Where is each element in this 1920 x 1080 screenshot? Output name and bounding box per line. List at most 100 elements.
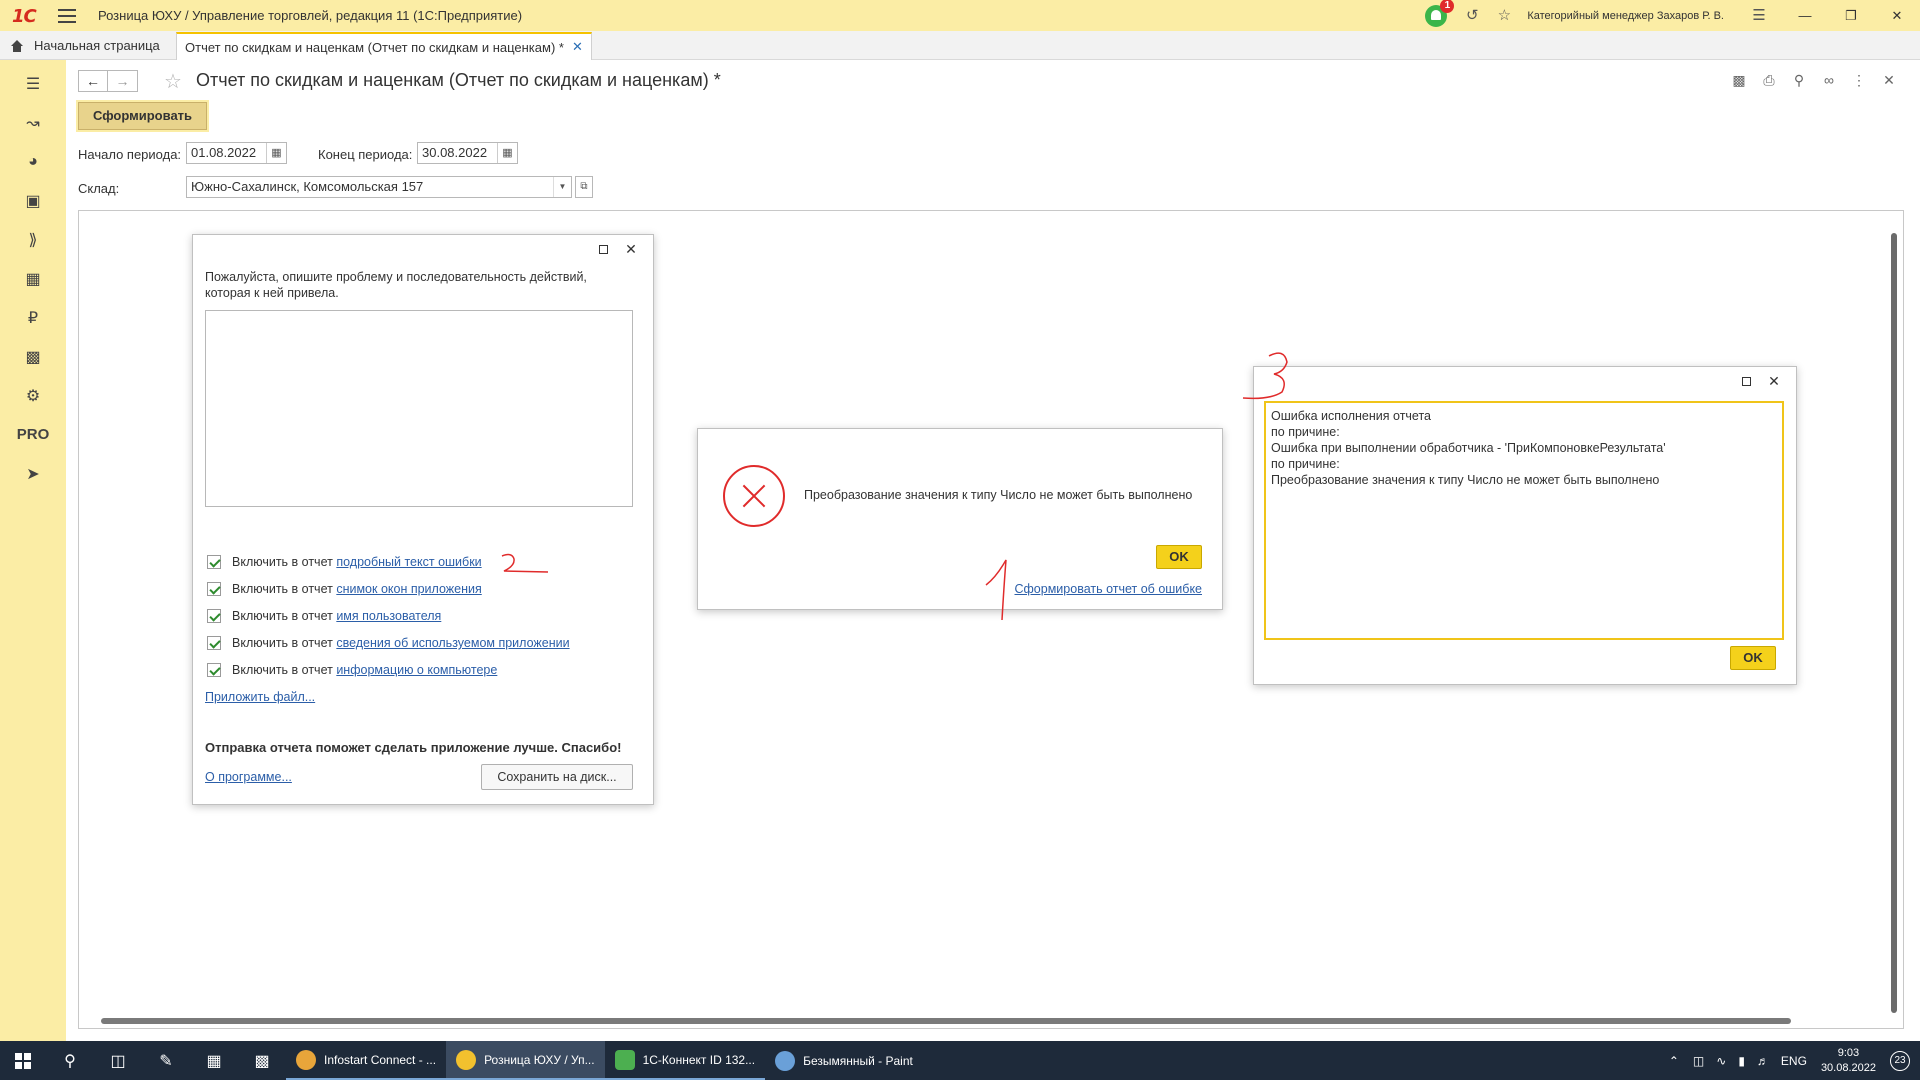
main-menu-icon[interactable]: [58, 8, 76, 23]
sidebar-bars-icon[interactable]: ▩: [0, 337, 66, 376]
check-link[interactable]: снимок окон приложения: [336, 582, 481, 596]
1c-connect-icon: [614, 1049, 635, 1070]
checkbox-checked-icon[interactable]: [207, 582, 221, 596]
period-end-field[interactable]: 30.08.2022 ▦: [417, 142, 518, 164]
sidebar-chart-icon[interactable]: ↝: [0, 103, 66, 142]
check-link[interactable]: имя пользователя: [336, 609, 441, 623]
about-link[interactable]: О программе...: [205, 770, 292, 784]
sidebar-bag-icon[interactable]: ▣: [0, 181, 66, 220]
taskbar-app-label: 1С-Коннект ID 132...: [642, 1052, 756, 1067]
floppy-icon[interactable]: ▩: [238, 1041, 286, 1080]
tab-report[interactable]: Отчет по скидкам и наценкам (Отчет по ск…: [176, 32, 592, 60]
calculator-icon[interactable]: ▦: [190, 1041, 238, 1080]
close-icon[interactable]: ✕: [1874, 8, 1920, 24]
add-favorite-star-icon[interactable]: ☆: [164, 69, 182, 94]
minimize-icon[interactable]: —: [1782, 8, 1828, 23]
forward-arrow-icon[interactable]: →: [108, 70, 138, 92]
tray-chevron-up-icon[interactable]: ⌃: [1669, 1054, 1679, 1068]
tray-battery-icon[interactable]: ▮: [1738, 1054, 1745, 1068]
include-app-info-checkbox[interactable]: Включить в отчет сведения об используемо…: [207, 634, 570, 652]
sidebar-pro[interactable]: PRO: [0, 415, 66, 454]
horizontal-scrollbar[interactable]: [101, 1018, 1791, 1024]
task-view-icon[interactable]: ◫: [94, 1041, 142, 1080]
taskbar-app-1c-connect[interactable]: 1С-Коннект ID 132...: [604, 1041, 766, 1080]
maximize-icon[interactable]: [1732, 373, 1760, 390]
back-arrow-icon[interactable]: ←: [78, 70, 108, 92]
current-user[interactable]: Категорийный менеджер Захаров Р. В.: [1527, 10, 1724, 22]
checkbox-checked-icon[interactable]: [207, 663, 221, 677]
vertical-scrollbar[interactable]: [1891, 233, 1897, 1013]
error-details-dialog: ✕ Ошибка исполнения отчета по причине: О…: [1253, 366, 1797, 685]
chrome-icon: [296, 1049, 316, 1070]
preview-icon[interactable]: ⚲: [1784, 72, 1814, 89]
action-center-icon[interactable]: 23: [1890, 1050, 1910, 1071]
page-title: Отчет по скидкам и наценкам (Отчет по ск…: [196, 70, 721, 90]
sidebar-grid-icon[interactable]: ▦: [0, 259, 66, 298]
checkbox-checked-icon[interactable]: [207, 609, 221, 623]
checkbox-checked-icon[interactable]: [207, 636, 221, 650]
warehouse-select[interactable]: Южно-Сахалинск, Комсомольская 157 ▼: [186, 176, 572, 198]
error-line: Преобразование значения к типу Число не …: [1271, 473, 1660, 487]
attach-file-link[interactable]: Приложить файл...: [205, 690, 315, 704]
settings-menu-icon[interactable]: ☰: [1750, 7, 1768, 25]
history-icon[interactable]: ↺: [1463, 7, 1481, 25]
generate-error-report-link[interactable]: Сформировать отчет об ошибке: [1015, 582, 1203, 596]
sidebar-menu-icon[interactable]: ☰: [0, 64, 66, 103]
favorites-star-icon[interactable]: ☆: [1495, 7, 1513, 25]
include-computer-info-checkbox[interactable]: Включить в отчет информацию о компьютере: [207, 661, 497, 679]
search-icon[interactable]: ⚲: [46, 1041, 94, 1080]
maximize-icon[interactable]: [589, 241, 617, 258]
sidebar-gear-icon[interactable]: ⚙: [0, 376, 66, 415]
open-warehouse-icon[interactable]: ⧉: [575, 176, 593, 198]
dialog-close-icon[interactable]: ✕: [617, 241, 645, 258]
taskbar-app-infostart[interactable]: Infostart Connect - ...: [286, 1041, 447, 1080]
tab-home[interactable]: Начальная страница: [0, 31, 172, 60]
sidebar-send-icon[interactable]: ➤: [0, 454, 66, 493]
save-icon[interactable]: ▩: [1724, 72, 1754, 89]
more-icon[interactable]: ⋮: [1844, 72, 1874, 89]
notes-icon[interactable]: ✎: [142, 1041, 190, 1080]
save-to-disk-button[interactable]: Сохранить на диск...: [481, 764, 633, 790]
notifications-bell-icon[interactable]: 1: [1425, 0, 1455, 27]
calendar-icon[interactable]: ▦: [266, 143, 286, 163]
tray-wifi-icon[interactable]: ∿: [1716, 1054, 1726, 1068]
checkbox-checked-icon[interactable]: [207, 555, 221, 569]
period-start-field[interactable]: 01.08.2022 ▦: [186, 142, 287, 164]
calendar-icon[interactable]: ▦: [497, 143, 517, 163]
chevron-down-icon[interactable]: ▼: [553, 177, 571, 197]
error-dialog: Преобразование значения к типу Число не …: [697, 428, 1223, 610]
sidebar-pie-icon[interactable]: ◕: [0, 142, 66, 181]
period-end-label: Конец периода:: [318, 147, 413, 162]
tray-volume-icon[interactable]: ♬: [1757, 1054, 1769, 1068]
check-link[interactable]: сведения об используемом приложении: [336, 636, 569, 650]
ok-button[interactable]: OK: [1156, 545, 1202, 569]
dialog-close-icon[interactable]: ✕: [1760, 373, 1788, 390]
error-details-text[interactable]: Ошибка исполнения отчета по причине: Оши…: [1264, 401, 1784, 640]
print-icon[interactable]: ⎙: [1754, 72, 1784, 89]
check-link[interactable]: подробный текст ошибки: [336, 555, 481, 569]
sidebar-cart-icon[interactable]: ⟫: [0, 220, 66, 259]
generate-button[interactable]: Сформировать: [78, 102, 208, 130]
sidebar-ruble-icon[interactable]: ₽: [0, 298, 66, 337]
bug-report-dialog: ✕ Пожалуйста, опишите проблему и последо…: [192, 234, 654, 805]
language-indicator[interactable]: ENG: [1781, 1054, 1807, 1068]
taskbar-app-paint[interactable]: Безымянный - Paint: [765, 1041, 923, 1080]
include-screenshot-checkbox[interactable]: Включить в отчет снимок окон приложения: [207, 580, 482, 598]
problem-description-textarea[interactable]: [205, 310, 633, 507]
check-prefix: Включить в отчет: [232, 582, 333, 596]
include-error-text-checkbox[interactable]: Включить в отчет подробный текст ошибки: [207, 553, 482, 571]
restore-icon[interactable]: ❐: [1828, 8, 1874, 24]
include-username-checkbox[interactable]: Включить в отчет имя пользователя: [207, 607, 441, 625]
check-link[interactable]: информацию о компьютере: [336, 663, 497, 677]
tab-close-icon[interactable]: ✕: [572, 39, 583, 55]
tray-network-icon[interactable]: ◫: [1693, 1054, 1704, 1068]
start-button[interactable]: [0, 1041, 46, 1080]
link-icon[interactable]: ∞: [1814, 72, 1844, 89]
error-message: Преобразование значения к типу Число не …: [804, 488, 1193, 502]
taskbar-app-1c-retail[interactable]: Розница ЮХУ / Уп...: [446, 1041, 605, 1080]
check-prefix: Включить в отчет: [232, 663, 333, 677]
paint-icon: [775, 1050, 796, 1071]
ok-button[interactable]: OK: [1730, 646, 1776, 670]
form-close-icon[interactable]: ✕: [1874, 72, 1904, 89]
clock[interactable]: 9:03 30.08.2022: [1821, 1046, 1876, 1076]
